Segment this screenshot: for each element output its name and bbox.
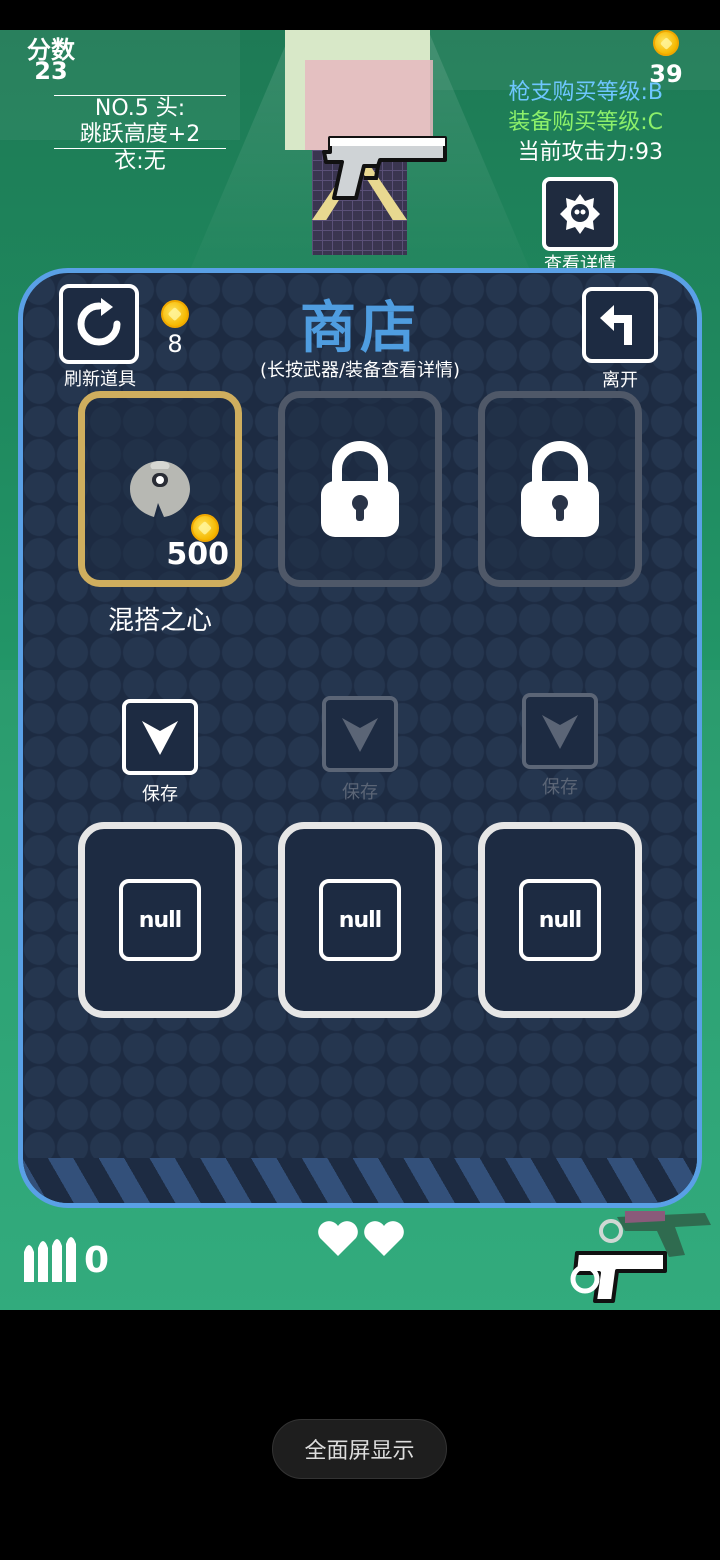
bullets-icon — [24, 1237, 76, 1282]
ammo-count: 0 — [84, 1239, 110, 1281]
save-button-3[interactable] — [522, 693, 598, 769]
equip-clothes-line: 衣:无 — [114, 149, 166, 174]
heart-icon — [318, 1221, 358, 1256]
shop-item-slot-1[interactable]: 500 — [78, 391, 242, 587]
score-value: 23 — [34, 57, 68, 85]
pistol-icon — [322, 136, 447, 200]
equip-slot-line: NO.5 头: — [54, 95, 226, 122]
secondary-weapon-icon — [599, 1211, 711, 1257]
primary-pistol-icon — [570, 1251, 667, 1303]
equip-slot-2[interactable]: null — [278, 822, 442, 1018]
equip-slot-3[interactable]: null — [478, 822, 642, 1018]
ammo-counter: 0 — [22, 1236, 109, 1284]
view-details-button[interactable] — [542, 177, 618, 251]
save-label: 保存 — [542, 777, 578, 798]
coin-icon — [653, 30, 679, 56]
lock-icon — [521, 441, 599, 537]
skull-badge-icon — [560, 194, 600, 234]
null-icon: null — [519, 879, 601, 961]
mixed-heart-item-icon — [130, 461, 190, 517]
health-hearts — [316, 1220, 406, 1258]
save-label: 保存 — [142, 784, 178, 805]
item-price: 500 — [166, 537, 229, 572]
down-arrow-icon — [142, 721, 178, 755]
attack-text: 当前攻击力:93 — [517, 140, 663, 165]
equip-effect-line: 跳跃高度+2 — [54, 122, 226, 149]
save-label: 保存 — [342, 782, 378, 803]
shop-item-slot-3[interactable] — [478, 391, 642, 587]
item-name: 混搭之心 — [107, 606, 212, 636]
fullscreen-display-button[interactable]: 全面屏显示 — [272, 1419, 447, 1479]
down-arrow-icon — [342, 718, 378, 752]
leave-label: 离开 — [602, 370, 638, 391]
heart-icon — [364, 1221, 404, 1256]
shop-item-slot-2[interactable] — [278, 391, 442, 587]
equip-slot-1[interactable]: null — [78, 822, 242, 1018]
back-arrow-icon — [600, 305, 632, 345]
lock-icon — [321, 441, 399, 537]
stats-panel: 枪支购买等级:B 装备购买等级:C 当前攻击力:93 — [508, 78, 663, 168]
save-button-2[interactable] — [322, 696, 398, 772]
gun-level-text: 枪支购买等级:B — [508, 80, 663, 105]
save-button-1[interactable] — [122, 699, 198, 775]
null-icon: null — [319, 879, 401, 961]
gear-level-text: 装备购买等级:C — [508, 110, 663, 135]
weapon-switch[interactable] — [565, 1195, 715, 1307]
down-arrow-icon — [542, 715, 578, 749]
equipment-info: NO.5 头: 跳跃高度+2 衣:无 — [54, 95, 226, 175]
null-icon: null — [119, 879, 201, 961]
leave-button[interactable] — [582, 287, 658, 363]
